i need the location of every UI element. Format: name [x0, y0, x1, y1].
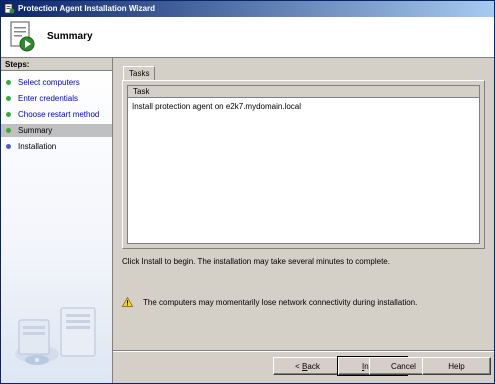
help-button[interactable]: Help — [422, 357, 491, 375]
tasks-tab-panel: Task Install protection agent on e2k7.my… — [122, 80, 485, 249]
wizard-header: Summary — [1, 17, 494, 58]
steps-sidebar: Steps: Select computers Enter credential… — [1, 58, 113, 383]
step-current-dot-icon — [6, 128, 11, 133]
steps-heading: Steps: — [1, 58, 112, 71]
back-button[interactable]: < Back — [273, 357, 342, 375]
step-enter-credentials[interactable]: Enter credentials — [1, 92, 112, 105]
tab-tasks-label: Tasks — [129, 69, 150, 78]
step-installation: Installation — [1, 140, 112, 153]
tasks-list[interactable]: Task Install protection agent on e2k7.my… — [127, 85, 480, 244]
step-label[interactable]: Select computers — [18, 78, 80, 87]
task-text: Install protection agent on e2k7.mydomai… — [132, 102, 301, 111]
step-select-computers[interactable]: Select computers — [1, 76, 112, 89]
info-message: Click Install to begin. The installation… — [122, 257, 390, 266]
step-label: Installation — [18, 142, 57, 151]
back-button-rest: ack — [307, 362, 320, 371]
warning-message: The computers may momentarily lose netwo… — [143, 298, 418, 307]
servers-watermark-icon — [15, 307, 96, 365]
step-pending-dot-icon — [6, 144, 11, 149]
back-button-prefix: < — [295, 362, 303, 371]
step-label: Summary — [18, 126, 53, 135]
step-label[interactable]: Choose restart method — [18, 110, 99, 119]
step-complete-dot-icon — [6, 96, 11, 101]
summary-page-icon — [10, 21, 35, 52]
warning-icon — [122, 297, 133, 307]
column-header-task[interactable]: Task — [128, 86, 479, 98]
step-complete-dot-icon — [6, 80, 11, 85]
step-complete-dot-icon — [6, 112, 11, 117]
footer-divider — [113, 350, 494, 352]
steps-heading-label: Steps: — [5, 60, 30, 69]
wizard-window: Protection Agent Installation Wizard Sum… — [0, 0, 495, 384]
tab-tasks[interactable]: Tasks — [123, 66, 155, 81]
window-title: Protection Agent Installation Wizard — [18, 4, 155, 13]
wizard-app-icon — [4, 3, 15, 14]
step-label[interactable]: Enter credentials — [18, 94, 78, 103]
step-summary: Summary — [1, 124, 112, 137]
column-header-label: Task — [133, 87, 150, 96]
step-choose-restart-method[interactable]: Choose restart method — [1, 108, 112, 121]
title-bar[interactable]: Protection Agent Installation Wizard — [1, 1, 494, 17]
page-title: Summary — [47, 31, 93, 42]
